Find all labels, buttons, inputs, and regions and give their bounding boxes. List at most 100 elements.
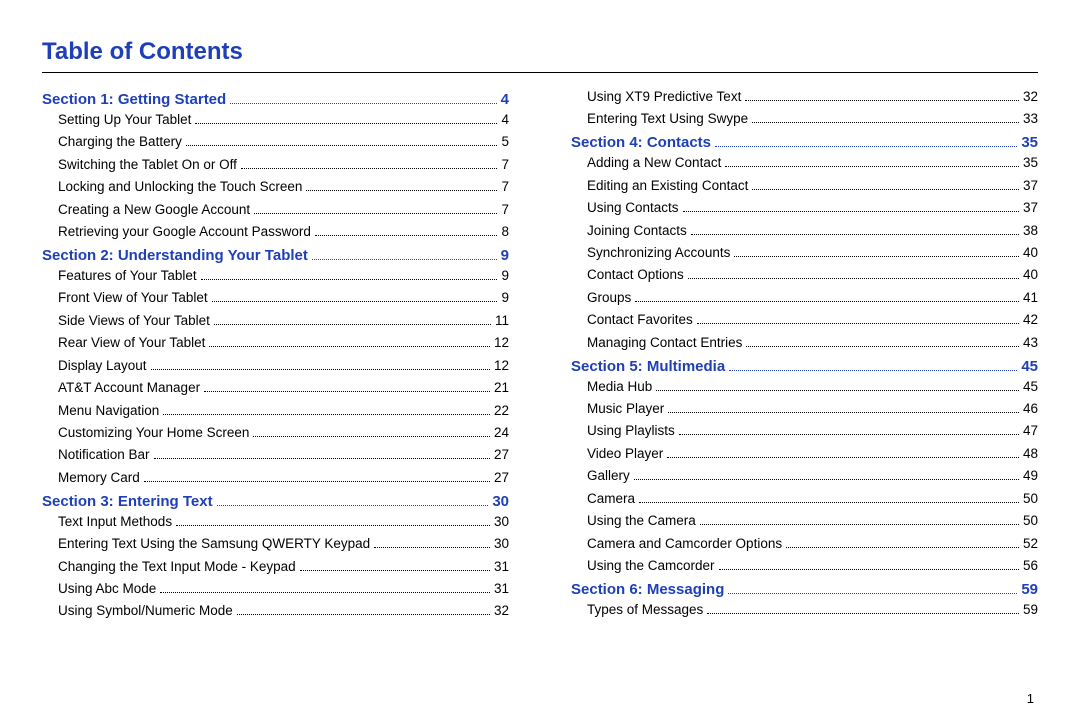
section-page: 35 bbox=[1021, 134, 1038, 151]
toc-entry[interactable]: Editing an Existing Contact37 bbox=[587, 176, 1038, 197]
entry-page: 33 bbox=[1023, 109, 1038, 130]
toc-entry[interactable]: Gallery49 bbox=[587, 466, 1038, 487]
entry-label: Features of Your Tablet bbox=[58, 266, 197, 287]
entry-label: Retrieving your Google Account Password bbox=[58, 222, 311, 243]
toc-entry[interactable]: AT&T Account Manager21 bbox=[58, 378, 509, 399]
toc-entry[interactable]: Using Abc Mode31 bbox=[58, 579, 509, 600]
toc-entry[interactable]: Using XT9 Predictive Text32 bbox=[587, 87, 1038, 108]
section-page: 45 bbox=[1021, 358, 1038, 375]
toc-entry[interactable]: Menu Navigation22 bbox=[58, 401, 509, 422]
dot-leader bbox=[254, 207, 497, 213]
toc-entry[interactable]: Display Layout12 bbox=[58, 356, 509, 377]
toc-entry[interactable]: Adding a New Contact35 bbox=[587, 153, 1038, 174]
toc-entry[interactable]: Charging the Battery5 bbox=[58, 132, 509, 153]
toc-entry[interactable]: Joining Contacts38 bbox=[587, 221, 1038, 242]
entry-page: 8 bbox=[501, 222, 509, 243]
section-heading[interactable]: Section 1: Getting Started4 bbox=[42, 91, 509, 108]
toc-entry[interactable]: Front View of Your Tablet9 bbox=[58, 288, 509, 309]
dot-leader bbox=[253, 431, 490, 437]
entry-page: 46 bbox=[1023, 399, 1038, 420]
toc-entry[interactable]: Entering Text Using the Samsung QWERTY K… bbox=[58, 534, 509, 555]
entry-page: 40 bbox=[1023, 243, 1038, 264]
toc-entry[interactable]: Using the Camcorder56 bbox=[587, 556, 1038, 577]
section-page: 59 bbox=[1021, 581, 1038, 598]
toc-entry[interactable]: Managing Contact Entries 43 bbox=[587, 333, 1038, 354]
entry-page: 42 bbox=[1023, 310, 1038, 331]
toc-entry[interactable]: Notification Bar27 bbox=[58, 445, 509, 466]
entry-label: Synchronizing Accounts bbox=[587, 243, 730, 264]
entry-page: 11 bbox=[495, 311, 509, 332]
section-heading[interactable]: Section 6: Messaging59 bbox=[571, 581, 1038, 598]
toc-entry[interactable]: Using Symbol/Numeric Mode32 bbox=[58, 601, 509, 622]
toc-entry[interactable]: Contact Options40 bbox=[587, 265, 1038, 286]
toc-entry[interactable]: Using Contacts37 bbox=[587, 198, 1038, 219]
section-page: 30 bbox=[492, 493, 509, 510]
toc-entry[interactable]: Rear View of Your Tablet12 bbox=[58, 333, 509, 354]
entry-label: Entering Text Using the Samsung QWERTY K… bbox=[58, 534, 370, 555]
entry-page: 50 bbox=[1023, 489, 1038, 510]
entry-page: 37 bbox=[1023, 198, 1038, 219]
entry-page: 35 bbox=[1023, 153, 1038, 174]
dot-leader bbox=[195, 118, 497, 124]
toc-entry[interactable]: Features of Your Tablet9 bbox=[58, 266, 509, 287]
entry-label: Contact Favorites bbox=[587, 310, 693, 331]
entry-page: 43 bbox=[1023, 333, 1038, 354]
dot-leader bbox=[300, 564, 490, 570]
toc-entry[interactable]: Video Player48 bbox=[587, 444, 1038, 465]
entry-page: 31 bbox=[494, 557, 509, 578]
entry-label: AT&T Account Manager bbox=[58, 378, 200, 399]
dot-leader bbox=[214, 318, 491, 324]
toc-entry[interactable]: Music Player46 bbox=[587, 399, 1038, 420]
dot-leader bbox=[688, 273, 1019, 279]
toc-entry[interactable]: Media Hub45 bbox=[587, 377, 1038, 398]
section-label: Section 4: Contacts bbox=[571, 134, 711, 151]
section-heading[interactable]: Section 5: Multimedia45 bbox=[571, 358, 1038, 375]
entry-page: 5 bbox=[501, 132, 509, 153]
entry-label: Using XT9 Predictive Text bbox=[587, 87, 741, 108]
dot-leader bbox=[374, 542, 490, 548]
entry-page: 12 bbox=[494, 356, 509, 377]
toc-entry[interactable]: Entering Text Using Swype33 bbox=[587, 109, 1038, 130]
toc-entry[interactable]: Using Playlists47 bbox=[587, 421, 1038, 442]
section-label: Section 2: Understanding Your Tablet bbox=[42, 247, 308, 264]
toc-entry[interactable]: Changing the Text Input Mode - Keypad31 bbox=[58, 557, 509, 578]
entry-page: 27 bbox=[494, 468, 509, 489]
toc-entry[interactable]: Customizing Your Home Screen24 bbox=[58, 423, 509, 444]
dot-leader bbox=[160, 587, 490, 593]
entry-label: Camera bbox=[587, 489, 635, 510]
section-label: Section 1: Getting Started bbox=[42, 91, 226, 108]
toc-entry[interactable]: Contact Favorites 42 bbox=[587, 310, 1038, 331]
section-heading[interactable]: Section 4: Contacts 35 bbox=[571, 134, 1038, 151]
toc-entry[interactable]: Camera and Camcorder Options52 bbox=[587, 534, 1038, 555]
toc-entry[interactable]: Switching the Tablet On or Off7 bbox=[58, 155, 509, 176]
dot-leader bbox=[217, 499, 489, 506]
toc-entry[interactable]: Retrieving your Google Account Password 8 bbox=[58, 222, 509, 243]
entry-label: Types of Messages bbox=[587, 600, 703, 621]
toc-entry[interactable]: Camera 50 bbox=[587, 489, 1038, 510]
dot-leader bbox=[734, 251, 1019, 257]
section-heading[interactable]: Section 2: Understanding Your Tablet9 bbox=[42, 247, 509, 264]
toc-entry[interactable]: Using the Camera50 bbox=[587, 511, 1038, 532]
toc-entry[interactable]: Text Input Methods30 bbox=[58, 512, 509, 533]
entry-page: 48 bbox=[1023, 444, 1038, 465]
toc-entry[interactable]: Types of Messages 59 bbox=[587, 600, 1038, 621]
entry-page: 49 bbox=[1023, 466, 1038, 487]
toc-entry[interactable]: Creating a New Google Account7 bbox=[58, 200, 509, 221]
entry-page: 59 bbox=[1023, 600, 1038, 621]
toc-entry[interactable]: Side Views of Your Tablet11 bbox=[58, 311, 509, 332]
dot-leader bbox=[639, 496, 1019, 502]
entry-label: Joining Contacts bbox=[587, 221, 687, 242]
dot-leader bbox=[186, 140, 498, 146]
entry-label: Media Hub bbox=[587, 377, 652, 398]
toc-entry[interactable]: Memory Card27 bbox=[58, 468, 509, 489]
section-heading[interactable]: Section 3: Entering Text30 bbox=[42, 493, 509, 510]
dot-leader bbox=[667, 452, 1019, 458]
entry-label: Managing Contact Entries bbox=[587, 333, 742, 354]
toc-entry[interactable]: Groups41 bbox=[587, 288, 1038, 309]
entry-label: Switching the Tablet On or Off bbox=[58, 155, 237, 176]
entry-label: Using Symbol/Numeric Mode bbox=[58, 601, 233, 622]
dot-leader bbox=[679, 429, 1019, 435]
toc-entry[interactable]: Setting Up Your Tablet4 bbox=[58, 110, 509, 131]
toc-entry[interactable]: Locking and Unlocking the Touch Screen7 bbox=[58, 177, 509, 198]
toc-entry[interactable]: Synchronizing Accounts 40 bbox=[587, 243, 1038, 264]
